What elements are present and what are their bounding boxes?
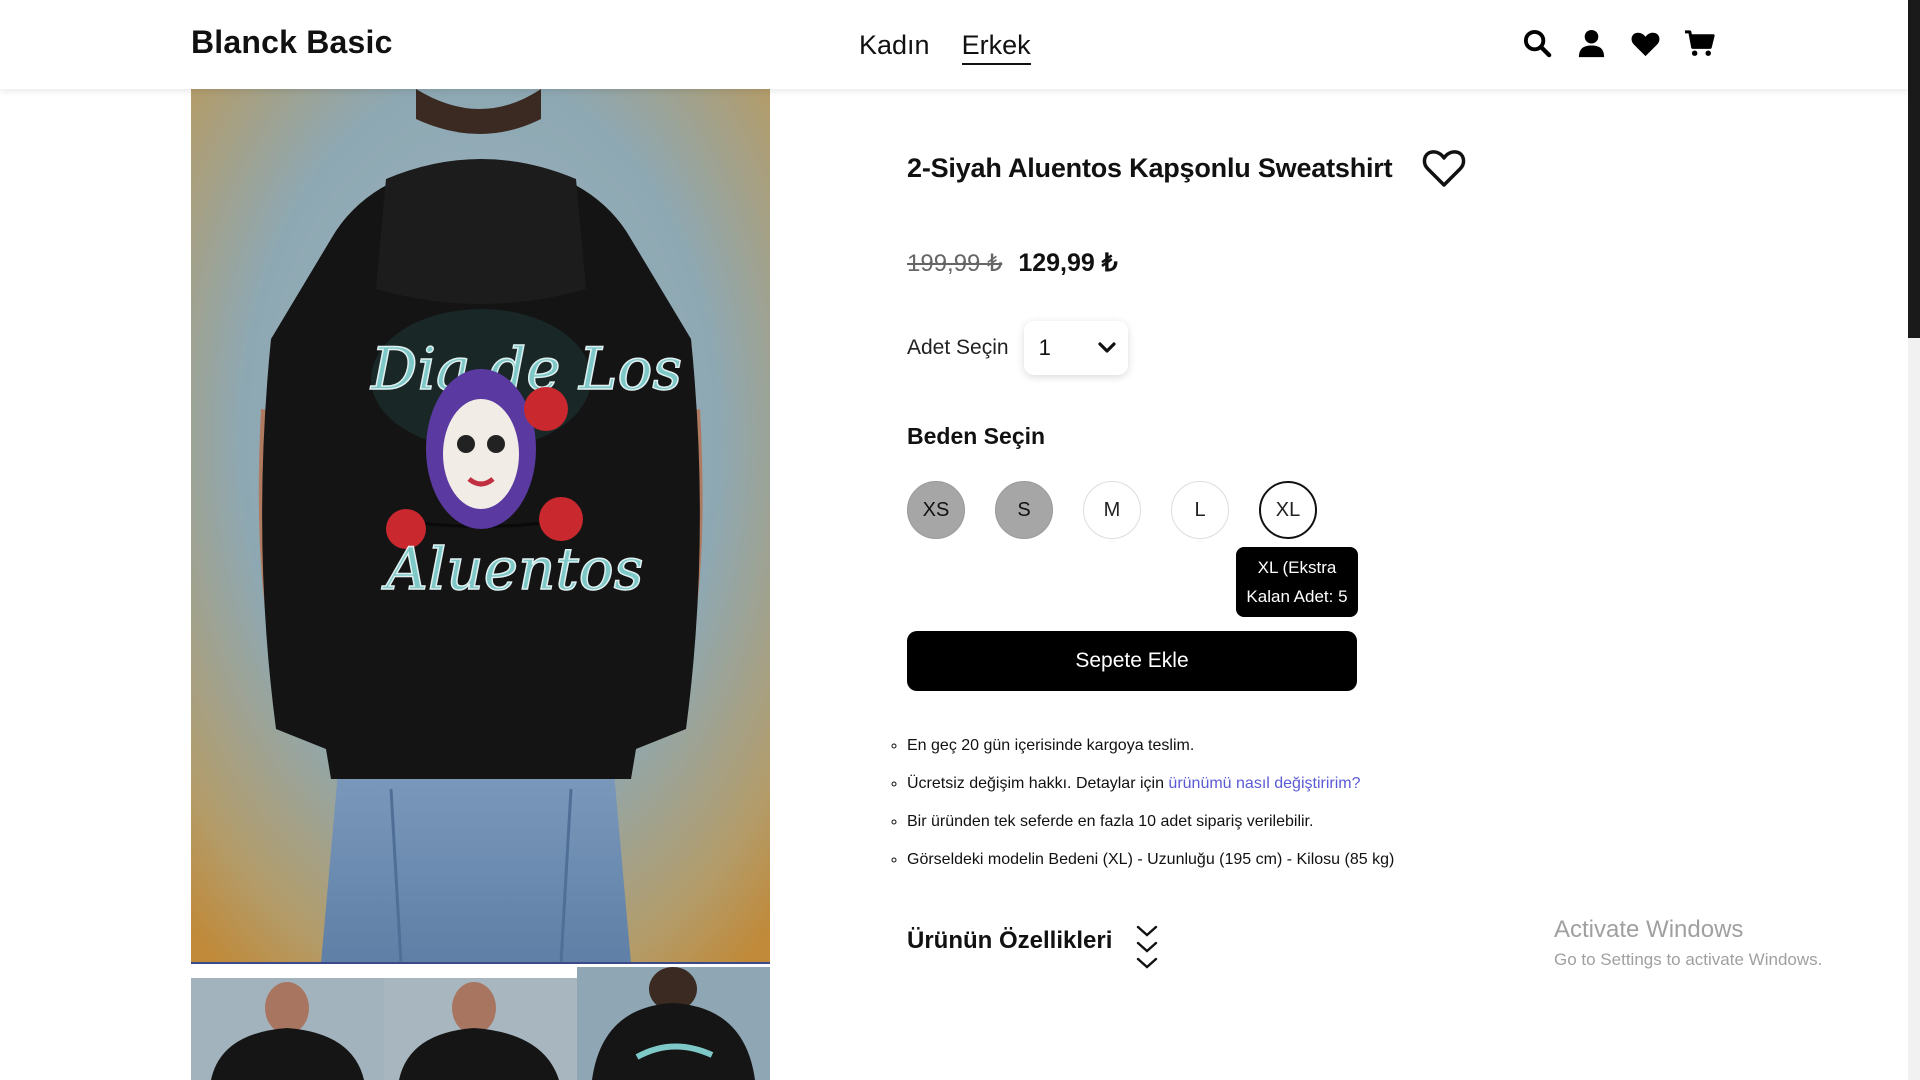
add-to-cart-button[interactable]: Sepete Ekle <box>907 631 1357 691</box>
nav-kadin[interactable]: Kadın <box>859 30 930 65</box>
size-options: XS S M L XL <box>907 481 1317 539</box>
info-item-model: Görseldeki modelin Bedeni (XL) - Uzunluğ… <box>907 850 1394 888</box>
site-logo[interactable]: Blanck Basic <box>191 24 393 61</box>
size-title: Beden Seçin <box>907 423 1046 449</box>
svg-text:Dia de Los: Dia de Los <box>370 335 682 403</box>
features-title: Ürünün Özellikleri <box>907 927 1113 954</box>
product-title: 2-Siyah Aluentos Kapşonlu Sweatshirt <box>907 152 1393 183</box>
size-s-button[interactable]: S <box>995 481 1053 539</box>
watermark-line-2: Go to Settings to activate Windows. <box>1554 950 1823 969</box>
tooltip-line-2: Kalan Adet: 5 <box>1246 587 1348 606</box>
watermark-line-1: Activate Windows <box>1554 916 1744 943</box>
quantity-label: Adet Seçin <box>907 336 1009 359</box>
size-m-button[interactable]: M <box>1083 481 1141 539</box>
quantity-value: 1 <box>1038 335 1051 360</box>
image-divider <box>191 962 770 964</box>
windows-activation-watermark: Activate Windows Go to Settings to activ… <box>1554 916 1822 970</box>
svg-text:Aluentos: Aluentos <box>381 535 643 603</box>
info-item-delivery: En geç 20 gün içerisinde kargoya teslim. <box>907 736 1394 774</box>
quantity-row: Adet Seçin 1 <box>907 321 1128 375</box>
product-info-list: En geç 20 gün içerisinde kargoya teslim.… <box>887 736 1394 888</box>
thumbnail-3[interactable] <box>577 967 770 1080</box>
size-l-button[interactable]: L <box>1171 481 1229 539</box>
triple-chevron-down-icon <box>1137 925 1158 969</box>
size-xl-button[interactable]: XL <box>1259 481 1317 539</box>
search-icon[interactable] <box>1522 28 1553 59</box>
main-nav: Kadın Erkek <box>859 30 1031 65</box>
product-title-row: 2-Siyah Aluentos Kapşonlu Sweatshirt <box>907 148 1466 188</box>
thumbnail-1[interactable] <box>191 978 384 1080</box>
scrollbar-thumb[interactable] <box>1908 0 1920 338</box>
old-price: 199,99 ₺ <box>907 250 1003 277</box>
info-item-exchange: Ücretsiz değişim hakkı. Detaylar için ür… <box>907 774 1394 812</box>
page-scrollbar[interactable] <box>1908 0 1920 1080</box>
cart-icon[interactable] <box>1684 28 1715 59</box>
header-actions <box>1522 28 1715 59</box>
user-icon[interactable] <box>1576 28 1607 59</box>
product-features-toggle[interactable]: Ürünün Özellikleri <box>907 923 1158 975</box>
thumbnail-strip <box>191 967 771 1080</box>
info-item-limit: Bir üründen tek seferde en fazla 10 adet… <box>907 812 1394 850</box>
nav-erkek[interactable]: Erkek <box>961 30 1031 65</box>
heart-icon[interactable] <box>1630 28 1661 59</box>
quantity-select[interactable]: 1 <box>1023 321 1128 375</box>
site-header: Blanck Basic Kadın Erkek <box>0 0 1908 89</box>
product-main-image[interactable]: Dia de Los Aluentos <box>191 89 770 963</box>
price-row: 199,99 ₺ 129,99 ₺ <box>907 248 1118 278</box>
size-xs-button[interactable]: XS <box>907 481 965 539</box>
current-price: 129,99 ₺ <box>1018 249 1118 277</box>
favorite-heart-icon[interactable] <box>1422 148 1466 188</box>
info-exchange-text: Ücretsiz değişim hakkı. Detaylar için <box>907 775 1169 792</box>
size-tooltip: XL (Ekstra Kalan Adet: 5 <box>1236 547 1358 617</box>
exchange-info-link[interactable]: ürünümü nasıl değiştiririm? <box>1168 775 1360 792</box>
chevron-down-icon <box>1097 342 1116 353</box>
tooltip-line-1: XL (Ekstra <box>1257 558 1337 577</box>
thumbnail-2[interactable] <box>384 978 577 1080</box>
